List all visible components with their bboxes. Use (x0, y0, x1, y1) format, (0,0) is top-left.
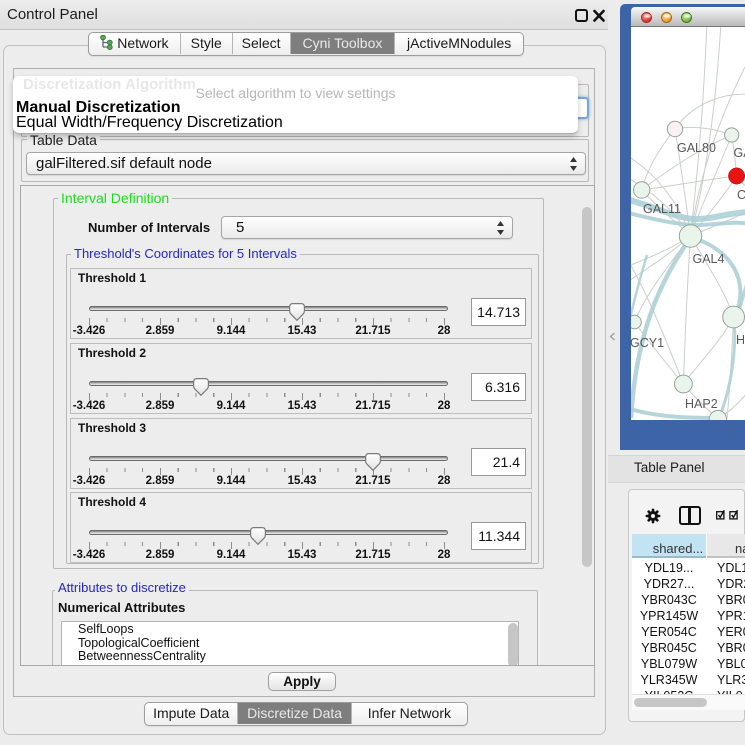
svg-text:C: C (737, 188, 745, 202)
svg-text:H: H (736, 333, 745, 347)
svg-text:GAL80: GAL80 (677, 141, 716, 155)
svg-text:GCY1: GCY1 (631, 336, 664, 350)
svg-text:GAL4: GAL4 (693, 252, 725, 266)
svg-text:GA: GA (734, 146, 745, 160)
svg-text:GAL11: GAL11 (643, 202, 681, 216)
svg-text:HAP2: HAP2 (685, 397, 718, 411)
